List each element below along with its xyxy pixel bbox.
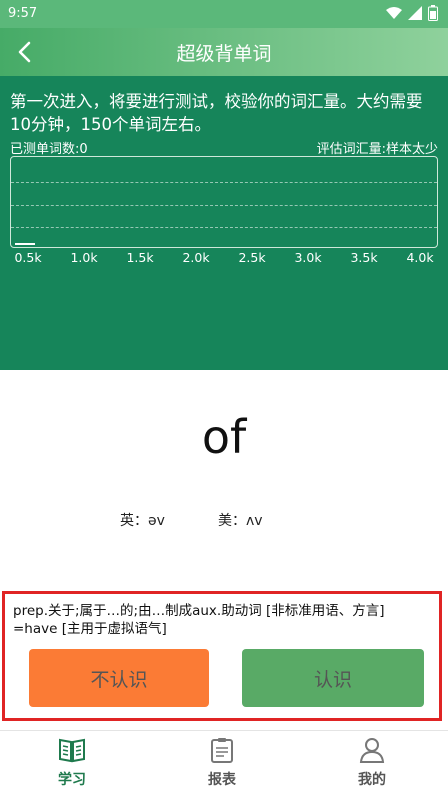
status-time: 9:57	[8, 6, 38, 21]
us-phonetic[interactable]: 美：ʌv	[218, 510, 263, 530]
nav-report-label: 报表	[208, 772, 236, 788]
uk-phonetic[interactable]: 英：əv	[120, 510, 165, 530]
x-tick-label: 3.0k	[294, 250, 322, 265]
x-tick-label: 2.5k	[238, 250, 266, 265]
wifi-icon	[386, 7, 402, 19]
x-tick-label: 1.5k	[126, 250, 154, 265]
status-bar: 9:57	[0, 0, 448, 28]
vocab-estimate: 评估词汇量:样本太少	[316, 142, 438, 157]
nav-mine[interactable]: 我的	[322, 737, 422, 789]
user-icon	[359, 738, 385, 763]
bottom-nav: 学习 报表 我的	[0, 730, 448, 801]
chart-x-ticks: 0.5k 1.0k 1.5k 2.0k 2.5k 3.0k 3.5k 4.0k	[0, 250, 448, 266]
clipboard-icon	[211, 738, 233, 763]
x-tick-label: 1.0k	[70, 250, 98, 265]
unknown-button[interactable]: 不认识	[29, 649, 209, 707]
x-tick-label: 3.5k	[350, 250, 378, 265]
nav-mine-label: 我的	[358, 772, 386, 788]
battery-icon	[428, 5, 438, 21]
chart-bar	[15, 243, 35, 245]
signal-icon	[408, 6, 422, 20]
x-tick-label: 2.0k	[182, 250, 210, 265]
nav-study[interactable]: 学习	[22, 737, 122, 789]
answer-area: prep.关于;属于…的;由…制成aux.助动词 [非标准用语、方言] =hav…	[2, 591, 442, 721]
grid-line	[11, 227, 437, 228]
x-tick-label: 0.5k	[14, 250, 42, 265]
word-meaning: prep.关于;属于…的;由…制成aux.助动词 [非标准用语、方言] =hav…	[13, 603, 385, 637]
vocab-test-panel: 第一次进入，将要进行测试，校验你的词汇量。大约需要10分钟，150个单词左右。 …	[0, 76, 448, 370]
test-intro: 第一次进入，将要进行测试，校验你的词汇量。大约需要10分钟，150个单词左右。	[10, 92, 423, 134]
known-button[interactable]: 认识	[242, 649, 424, 707]
tested-count: 已测单词数:0	[10, 142, 88, 157]
app-bar: 超级背单词	[0, 28, 448, 76]
nav-study-label: 学习	[58, 772, 86, 788]
grid-line	[11, 205, 437, 206]
page-title: 超级背单词	[176, 43, 272, 65]
book-icon	[59, 738, 85, 763]
nav-report[interactable]: 报表	[172, 737, 272, 789]
word-text: of	[201, 410, 247, 464]
vocab-chart	[10, 156, 438, 248]
grid-line	[11, 182, 437, 183]
x-tick-label: 4.0k	[406, 250, 434, 265]
